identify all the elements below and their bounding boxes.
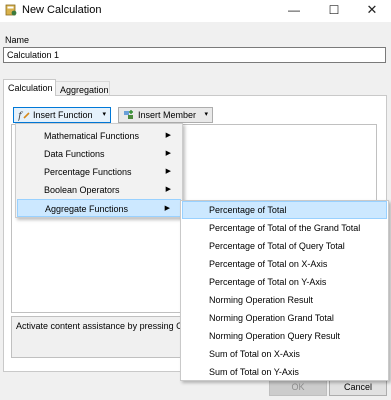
- menu-item-mathematical-functions[interactable]: Mathematical Functions ▶: [17, 127, 181, 145]
- insert-function-label: Insert Function: [33, 110, 93, 120]
- insert-member-label: Insert Member: [138, 110, 197, 120]
- submenu-arrow-icon: ▶: [165, 150, 171, 157]
- submenu-item-percentage-of-total[interactable]: Percentage of Total: [182, 201, 387, 219]
- minimize-button[interactable]: —: [274, 0, 314, 22]
- name-input[interactable]: [3, 47, 386, 63]
- submenu-item-norming-operation-result[interactable]: Norming Operation Result: [182, 291, 387, 309]
- submenu-arrow-icon: ▶: [165, 168, 171, 175]
- maximize-button[interactable]: ☐: [314, 0, 354, 22]
- tab-aggregation-label: Aggregation: [60, 85, 109, 95]
- title-bar: New Calculation — ☐ ✕: [0, 0, 391, 22]
- svg-text:f: f: [18, 111, 24, 121]
- submenu-item-norming-operation-query-result[interactable]: Norming Operation Query Result: [182, 327, 387, 345]
- submenu-item-percentage-of-total-x-axis[interactable]: Percentage of Total on X-Axis: [182, 255, 387, 273]
- submenu-item-percentage-of-total-query-total[interactable]: Percentage of Total of Query Total: [182, 237, 387, 255]
- function-category-menu: Mathematical Functions ▶ Data Functions …: [15, 123, 183, 218]
- menu-item-label: Boolean Operators: [44, 185, 120, 195]
- menu-item-label: Data Functions: [44, 149, 105, 159]
- submenu-item-sum-of-total-x-axis[interactable]: Sum of Total on X-Axis: [182, 345, 387, 363]
- menu-item-label: Mathematical Functions: [44, 131, 140, 141]
- menu-item-data-functions[interactable]: Data Functions ▶: [17, 145, 181, 163]
- menu-item-aggregate-functions[interactable]: Aggregate Functions ▶: [17, 199, 181, 217]
- submenu-arrow-icon: ▶: [164, 205, 170, 212]
- submenu-item-percentage-of-total-grand-total[interactable]: Percentage of Total of the Grand Total: [182, 219, 387, 237]
- name-label: Name: [5, 35, 30, 45]
- submenu-arrow-icon: ▶: [165, 132, 171, 139]
- submenu-arrow-icon: ▶: [165, 186, 171, 193]
- tab-calculation-label: Calculation: [8, 83, 53, 93]
- submenu-item-sum-of-total-y-axis[interactable]: Sum of Total on Y-Axis: [182, 363, 387, 381]
- submenu-item-norming-operation-grand-total[interactable]: Norming Operation Grand Total: [182, 309, 387, 327]
- aggregate-functions-submenu: Percentage of Total Percentage of Total …: [180, 200, 389, 381]
- close-button[interactable]: ✕: [352, 0, 391, 22]
- member-icon: [123, 109, 135, 121]
- insert-function-button[interactable]: f Insert Function ▾: [13, 107, 111, 123]
- tab-aggregation[interactable]: Aggregation: [55, 81, 110, 96]
- function-icon: f: [17, 109, 30, 122]
- menu-item-label: Percentage Functions: [44, 167, 132, 177]
- chevron-down-icon: ▾: [204, 111, 208, 118]
- menu-item-label: Aggregate Functions: [45, 204, 129, 214]
- calculator-icon: [5, 4, 17, 16]
- menu-item-boolean-operators[interactable]: Boolean Operators ▶: [17, 181, 181, 199]
- menu-item-percentage-functions[interactable]: Percentage Functions ▶: [17, 163, 181, 181]
- window-title: New Calculation: [22, 4, 102, 16]
- submenu-item-percentage-of-total-y-axis[interactable]: Percentage of Total on Y-Axis: [182, 273, 387, 291]
- insert-member-button[interactable]: Insert Member ▾: [118, 107, 213, 123]
- chevron-down-icon: ▾: [102, 111, 106, 118]
- tab-calculation[interactable]: Calculation: [3, 79, 56, 96]
